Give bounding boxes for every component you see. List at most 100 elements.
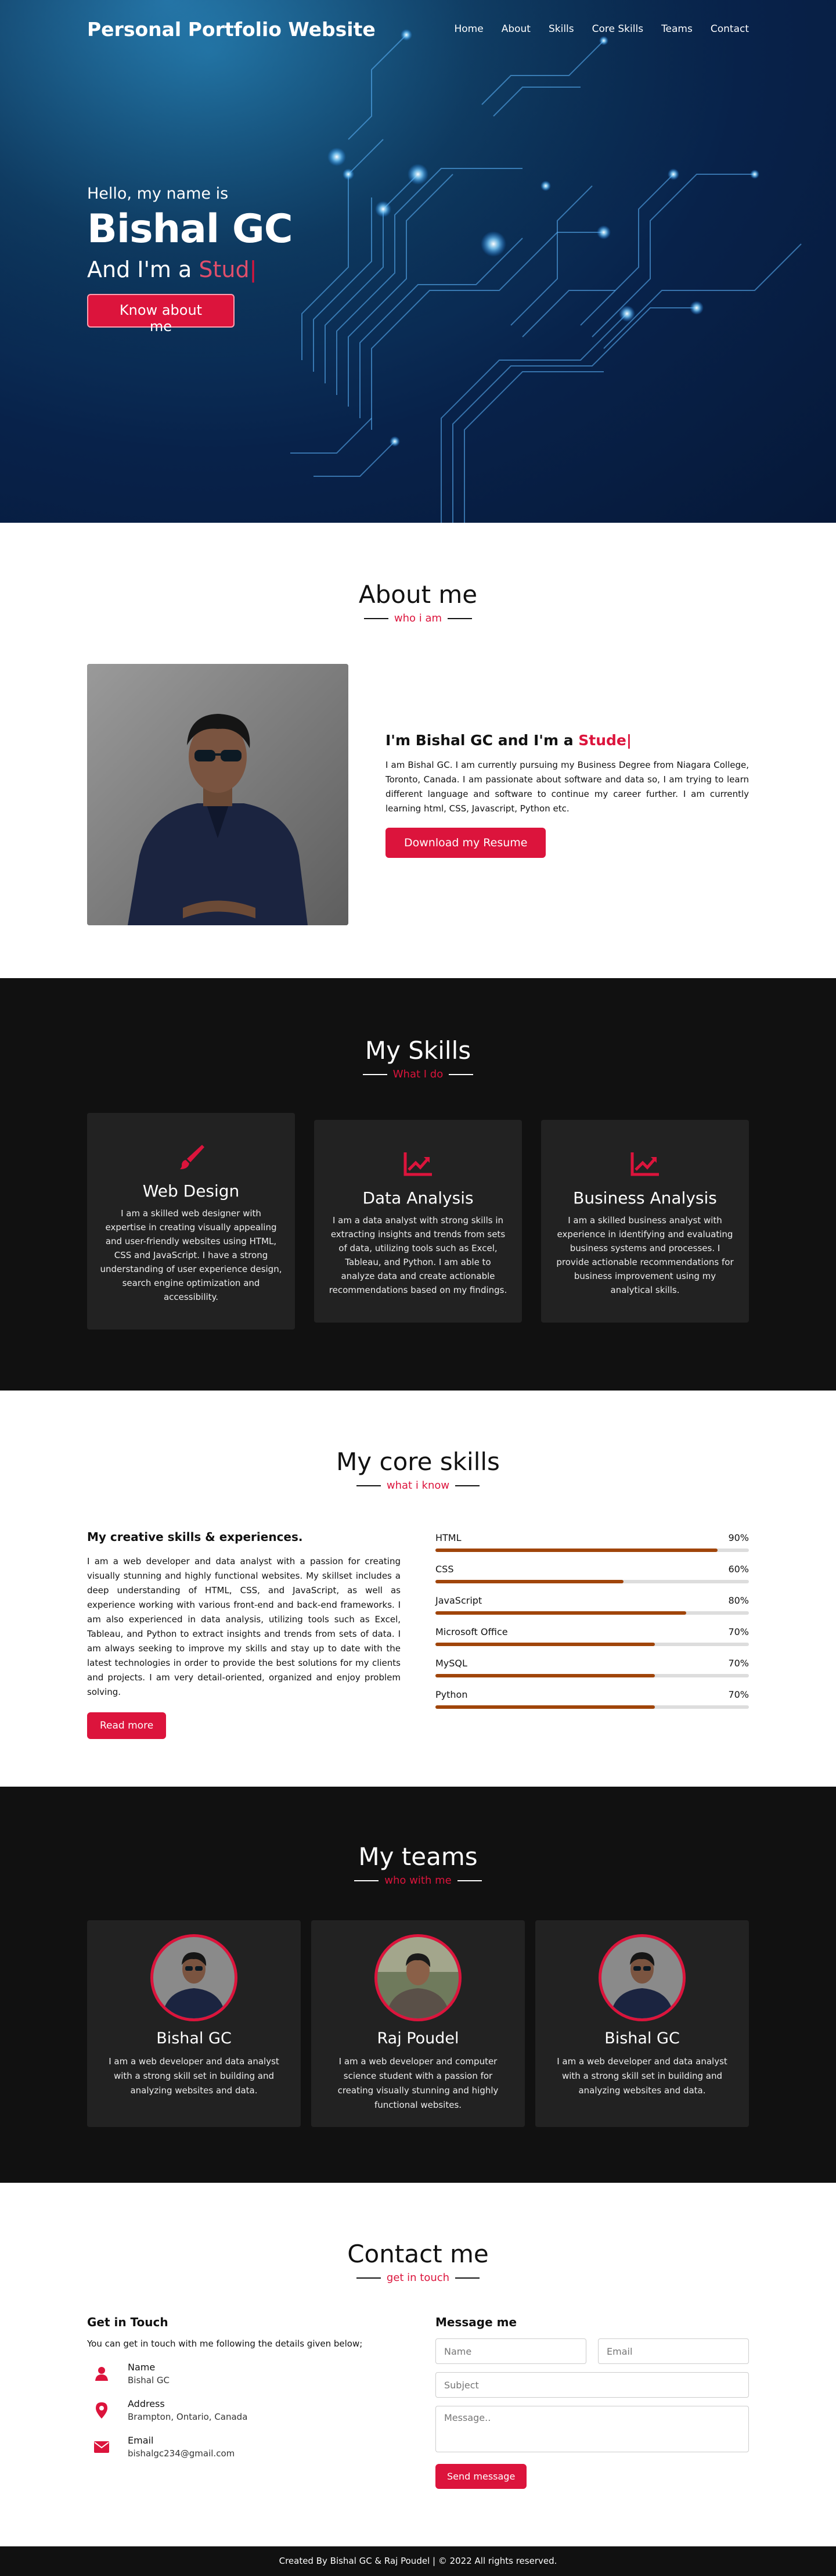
nav-link-core-skills[interactable]: Core Skills [592, 23, 643, 35]
about-paragraph: I am Bishal GC. I am currently pursuing … [385, 759, 749, 814]
skill-bar-percent: 70% [728, 1689, 749, 1700]
service-card-data-analysis[interactable]: Data Analysis I am a data analyst with s… [314, 1120, 522, 1323]
download-resume-button[interactable]: Download my Resume [385, 827, 546, 858]
hero-role: And I'm a Stud| [87, 257, 293, 282]
skill-bar: Python 70% [435, 1689, 749, 1709]
nav-link-teams[interactable]: Teams [661, 23, 693, 35]
info-label: Name [128, 2362, 156, 2373]
team-member-name: Raj Poudel [377, 2029, 459, 2047]
skill-bar-track [435, 1549, 749, 1552]
read-more-button[interactable]: Read more [87, 1712, 167, 1739]
team-member-name: Bishal GC [604, 2029, 680, 2047]
skill-bar: CSS 60% [435, 1564, 749, 1583]
skill-bar-fill [435, 1580, 624, 1583]
hero-greeting: Hello, my name is [87, 185, 229, 203]
core-skills-section: My core skills what i know My creative s… [0, 1391, 836, 1787]
service-card-title: Business Analysis [573, 1188, 717, 1208]
skill-bar-fill [435, 1705, 655, 1709]
about-heading-prefix: I'm Bishal GC and I'm a [385, 731, 579, 749]
skill-bar-label: CSS [435, 1564, 454, 1575]
team-member-bio: I am a web developer and data analyst wi… [557, 2056, 727, 2096]
nav-link-skills[interactable]: Skills [549, 23, 574, 35]
skill-bar-label: Python [435, 1689, 468, 1700]
skill-bar-fill [435, 1643, 655, 1646]
skill-bar-percent: 60% [728, 1564, 749, 1575]
contact-intro: You can get in touch with me following t… [87, 2338, 363, 2349]
avatar [374, 1934, 462, 2021]
info-value: Bishal GC [128, 2375, 170, 2385]
service-card-title: Data Analysis [362, 1188, 474, 1208]
nav-link-contact[interactable]: Contact [711, 23, 749, 35]
nav-menu: Home About Skills Core Skills Teams Cont… [455, 23, 749, 35]
about-section: About me who i am I'm Bishal GC and I'm … [0, 523, 836, 978]
skill-bar-fill [435, 1549, 718, 1552]
skill-bar-label: HTML [435, 1532, 462, 1543]
skill-bar-percent: 80% [728, 1595, 749, 1606]
about-heading-typed: Stude [578, 731, 626, 749]
skill-bar-fill [435, 1674, 655, 1677]
footer-text: Created By Bishal GC & Raj Poudel | © 20… [279, 2556, 557, 2566]
skills-paragraph: I am a web developer and data analyst wi… [87, 1556, 401, 1697]
site-logo[interactable]: Personal Portfolio Website [87, 18, 376, 41]
service-card-business-analysis[interactable]: Business Analysis I am a skilled busines… [541, 1120, 749, 1323]
team-card[interactable]: Bishal GC I am a web developer and data … [535, 1920, 749, 2127]
info-label: Address [128, 2398, 165, 2409]
contact-info-name: Name Bishal GC [87, 2362, 401, 2385]
contact-info-email: Email bishalgc234@gmail.com [87, 2435, 401, 2459]
hero-section: Personal Portfolio Website Home About Sk… [0, 0, 836, 523]
navbar: Personal Portfolio Website Home About Sk… [0, 0, 836, 58]
team-member-bio: I am a web developer and data analyst wi… [109, 2056, 279, 2096]
typing-caret: | [249, 257, 257, 282]
about-profile-photo [87, 664, 348, 925]
chart-line-icon [554, 1147, 736, 1181]
name-input[interactable] [435, 2338, 586, 2364]
skill-bar: MySQL 70% [435, 1658, 749, 1677]
avatar [150, 1934, 237, 2021]
paint-brush-icon [100, 1140, 282, 1174]
nav-link-about[interactable]: About [502, 23, 531, 35]
skill-bar-percent: 70% [728, 1658, 749, 1669]
typing-caret: | [626, 731, 632, 749]
skill-bar-percent: 90% [728, 1532, 749, 1543]
teams-title: My teams [358, 1842, 478, 1871]
send-message-button[interactable]: Send message [435, 2464, 527, 2489]
hero-role-typed: Stud [199, 257, 250, 282]
service-card-text: I am a data analyst with strong skills i… [329, 1215, 507, 1295]
about-title: About me [358, 580, 478, 609]
info-value: Brampton, Ontario, Canada [128, 2412, 248, 2422]
team-member-name: Bishal GC [156, 2029, 232, 2047]
email-input[interactable] [598, 2338, 749, 2364]
teams-section: My teams who with me Bishal GC I am a we… [0, 1787, 836, 2183]
skill-bar-label: MySQL [435, 1658, 467, 1669]
avatar [599, 1934, 686, 2021]
service-card-text: I am a skilled web designer with experti… [100, 1208, 282, 1302]
hero-role-prefix: And I'm a [87, 257, 199, 282]
service-card-title: Web Design [142, 1181, 240, 1201]
team-card[interactable]: Bishal GC I am a web developer and data … [87, 1920, 301, 2127]
about-subtitle: who i am [87, 612, 749, 624]
services-section: My Skills What I do Web Design I am a sk… [0, 978, 836, 1391]
info-value[interactable]: bishalgc234@gmail.com [128, 2448, 235, 2459]
service-card-web-design[interactable]: Web Design I am a skilled web designer w… [87, 1113, 295, 1330]
contact-info-heading: Get in Touch [87, 2315, 168, 2329]
skill-bar-track [435, 1611, 749, 1615]
services-title: My Skills [365, 1036, 471, 1065]
teams-subtitle: who with me [87, 1874, 749, 1887]
skill-bar: HTML 90% [435, 1532, 749, 1552]
envelope-icon [87, 2441, 116, 2453]
subject-input[interactable] [435, 2372, 749, 2398]
skill-bar-label: JavaScript [435, 1595, 482, 1606]
skills-title: My core skills [336, 1447, 500, 1476]
team-card[interactable]: Raj Poudel I am a web developer and comp… [311, 1920, 525, 2127]
nav-link-home[interactable]: Home [455, 23, 484, 35]
skill-bar-track [435, 1643, 749, 1646]
contact-section: Contact me get in touch Get in Touch You… [0, 2183, 836, 2546]
info-label: Email [128, 2435, 154, 2446]
contact-form: Message me Send message [435, 2315, 749, 2489]
message-textarea[interactable] [435, 2406, 749, 2452]
contact-form-heading: Message me [435, 2315, 517, 2329]
hero-content: Hello, my name is Bishal GC And I'm a St… [87, 185, 293, 335]
know-about-me-button[interactable]: Know about me [87, 294, 235, 335]
skill-bar-label: Microsoft Office [435, 1626, 508, 1637]
service-card-text: I am a skilled business analyst with exp… [556, 1215, 734, 1295]
